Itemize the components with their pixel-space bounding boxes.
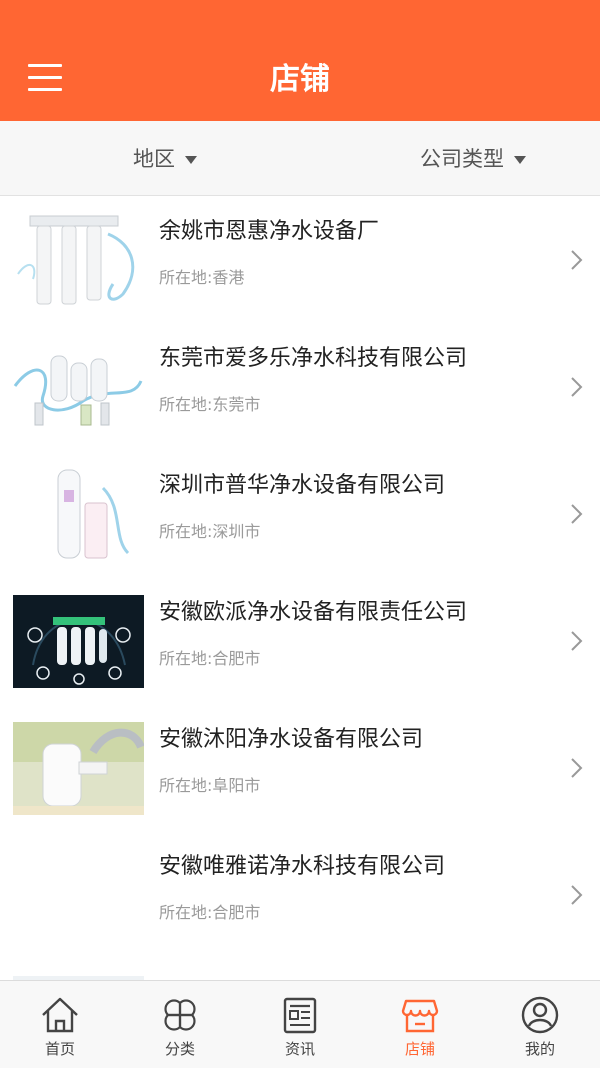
user-profile-icon — [521, 996, 559, 1034]
water-purifier-set-image — [13, 341, 144, 434]
shop-location: 所在地:合肥市 — [159, 903, 261, 922]
shop-row[interactable]: 安徽沐阳净水设备有限公司 所在地:阜阳市 — [0, 704, 600, 832]
chevron-right-icon — [571, 250, 583, 270]
shop-name: 安徽欧派净水设备有限责任公司 — [159, 600, 468, 625]
blank-image — [13, 849, 144, 942]
shop-name: 安徽沐阳净水设备有限公司 — [159, 727, 424, 752]
shop-location: 所在地:合肥市 — [159, 649, 261, 668]
company-type-filter-label: 公司类型 — [420, 147, 504, 171]
shop-list: 余姚市恩惠净水设备厂 所在地:香港 东莞市爱多乐净水科技有限公司 所在地:东莞市 — [0, 196, 600, 980]
tab-news[interactable]: 资讯 — [240, 981, 360, 1068]
shop-row[interactable]: 安徽唯雅诺净水科技有限公司 所在地:合肥市 — [0, 831, 600, 959]
app-header: 店铺 — [0, 0, 600, 121]
page-title: 店铺 — [270, 62, 330, 97]
shop-row-partial[interactable] — [0, 958, 600, 980]
tab-mine[interactable]: 我的 — [480, 981, 600, 1068]
home-icon — [42, 997, 78, 1033]
softener-tank-image — [13, 468, 144, 561]
tab-home[interactable]: 首页 — [0, 981, 120, 1068]
category-petals-icon — [164, 999, 196, 1031]
tab-category-label: 分类 — [164, 1040, 195, 1058]
shop-name: 安徽唯雅诺净水科技有限公司 — [159, 854, 446, 879]
region-filter[interactable]: 地区 — [133, 145, 197, 173]
chevron-right-icon — [571, 377, 583, 397]
shop-location: 所在地:深圳市 — [159, 522, 261, 541]
shop-name: 东莞市爱多乐净水科技有限公司 — [159, 346, 468, 371]
bottom-tab-bar: 首页 分类 资讯 店铺 我的 — [0, 980, 600, 1068]
faucet-filter-image — [13, 722, 144, 815]
shop-location: 所在地:香港 — [159, 268, 245, 287]
tab-mine-label: 我的 — [524, 1040, 555, 1058]
shop-row[interactable]: 深圳市普华净水设备有限公司 所在地:深圳市 — [0, 450, 600, 578]
region-filter-label: 地区 — [133, 147, 175, 171]
water-filter-pipes-image — [13, 214, 144, 307]
tab-category[interactable]: 分类 — [120, 981, 240, 1068]
news-icon — [283, 997, 317, 1034]
company-type-filter[interactable]: 公司类型 — [420, 145, 526, 173]
shop-location: 所在地:阜阳市 — [159, 776, 261, 795]
tab-home-label: 首页 — [44, 1040, 75, 1058]
shop-location: 所在地:东莞市 — [159, 395, 261, 414]
tab-shop[interactable]: 店铺 — [360, 981, 480, 1068]
tab-shop-label: 店铺 — [404, 1040, 435, 1058]
shop-row[interactable]: 东莞市爱多乐净水科技有限公司 所在地:东莞市 — [0, 323, 600, 451]
tab-news-label: 资讯 — [284, 1040, 315, 1058]
shop-name: 余姚市恩惠净水设备厂 — [159, 219, 380, 244]
triangle-down-icon — [514, 156, 526, 164]
triangle-down-icon — [185, 156, 197, 164]
filter-bar: 地区 公司类型 — [0, 121, 600, 196]
ro-system-dark-image — [13, 595, 144, 688]
shop-name: 深圳市普华净水设备有限公司 — [159, 473, 446, 498]
chevron-right-icon — [571, 885, 583, 905]
shop-row[interactable]: 余姚市恩惠净水设备厂 所在地:香港 — [0, 196, 600, 324]
chevron-right-icon — [571, 758, 583, 778]
chevron-right-icon — [571, 631, 583, 651]
shop-icon — [401, 999, 439, 1033]
shop-row[interactable]: 安徽欧派净水设备有限责任公司 所在地:合肥市 — [0, 577, 600, 705]
chevron-right-icon — [571, 504, 583, 524]
